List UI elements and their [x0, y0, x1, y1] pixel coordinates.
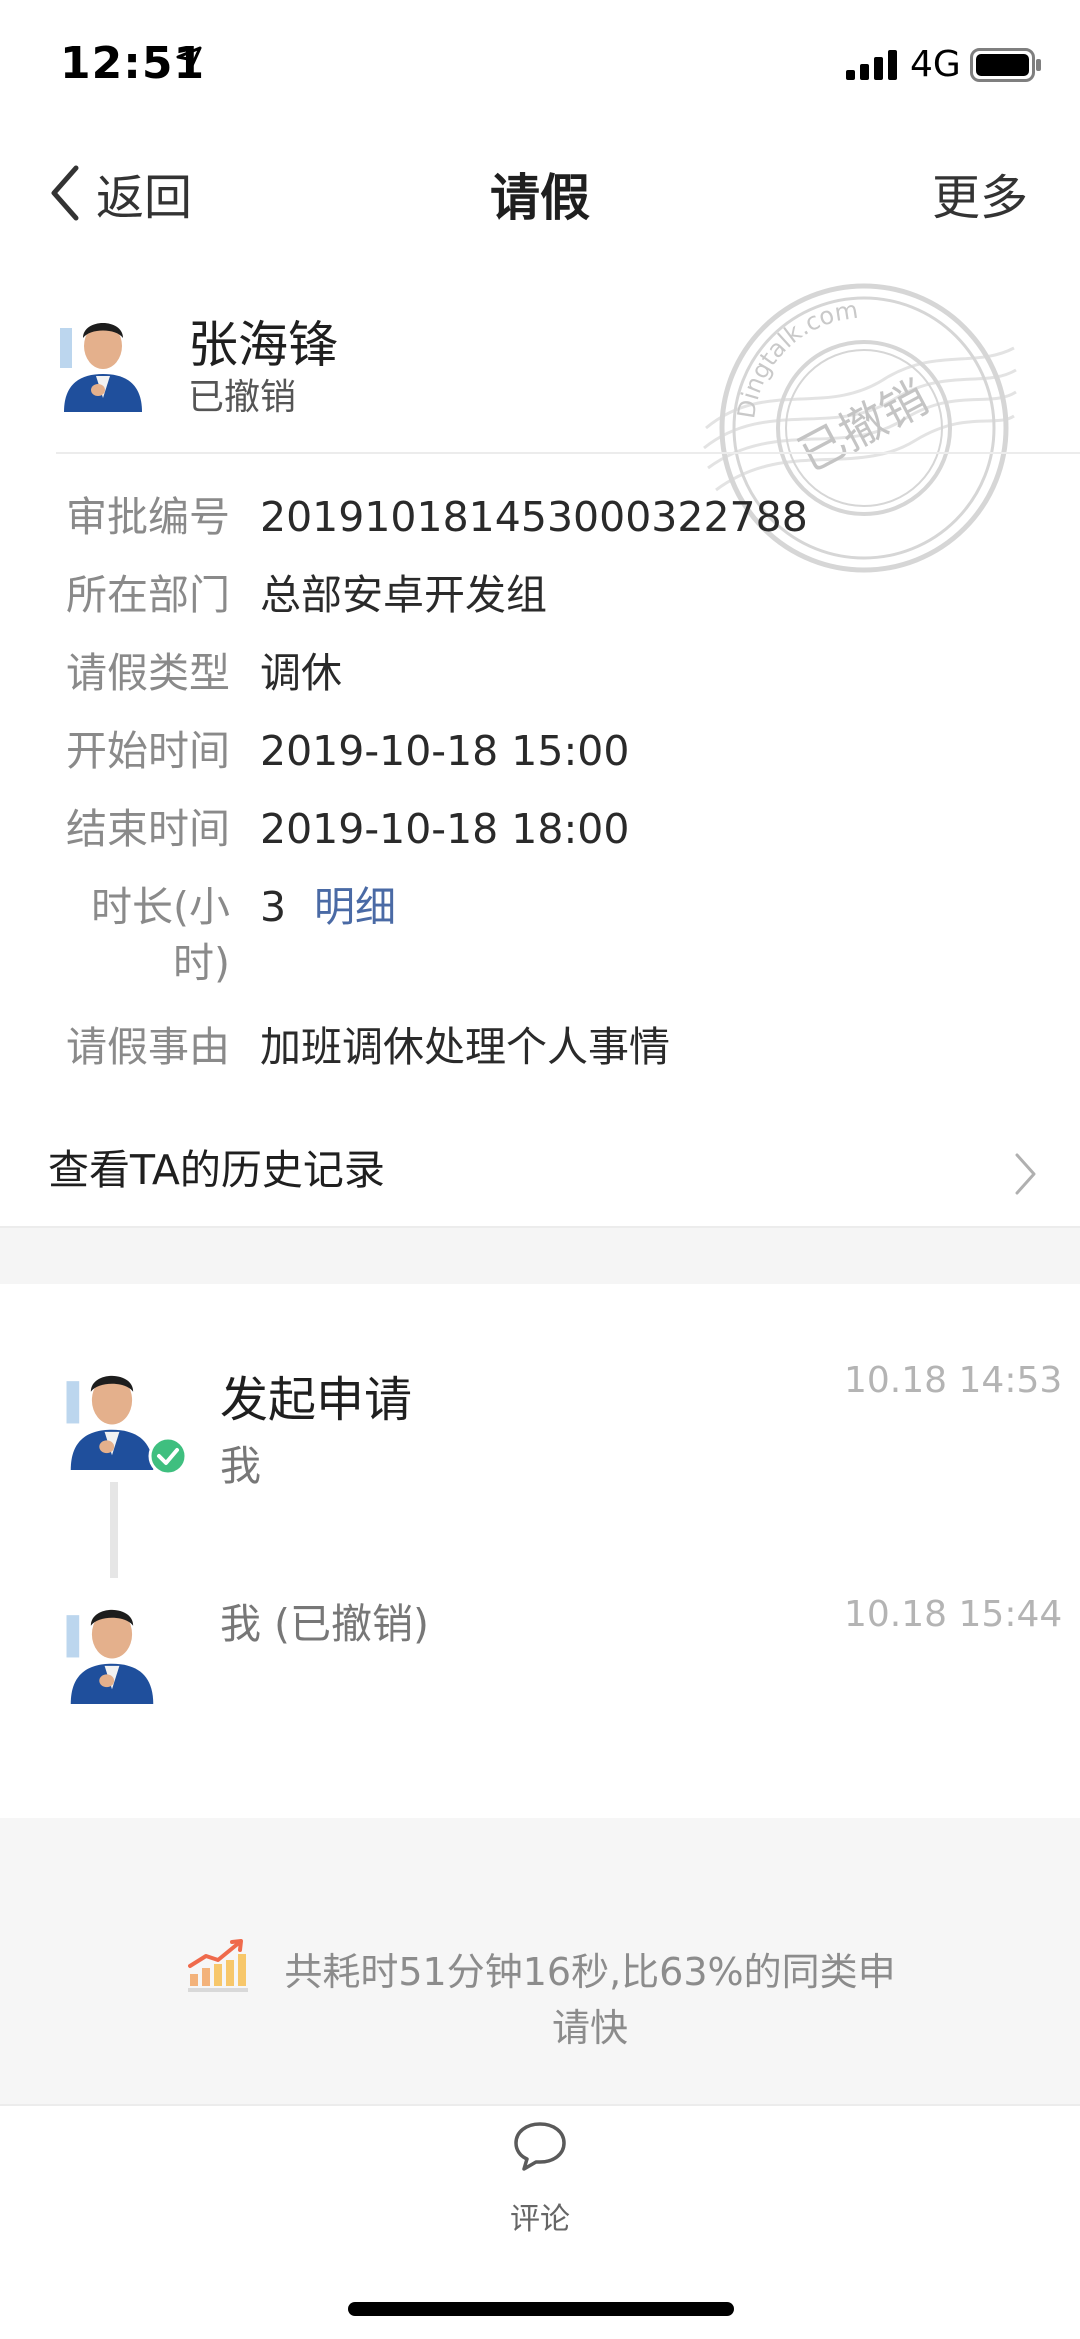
- stamp-label: 已撤销: [789, 370, 936, 482]
- back-button[interactable]: 返回: [48, 158, 192, 228]
- trend-chart-icon: [188, 1939, 248, 1992]
- divider: [0, 2104, 1080, 2106]
- comment-label: 评论: [510, 2202, 570, 2237]
- timeline-step-title: 发起申请: [220, 1372, 413, 1428]
- history-record-label: 查看TA的历史记录: [48, 1146, 385, 1194]
- check-circle-icon: [148, 1436, 188, 1476]
- chevron-right-icon: [1015, 1153, 1036, 1195]
- detail-value-end-time: 2019-10-18 18:00: [260, 805, 630, 853]
- applicant-name: 张海锋: [188, 316, 338, 374]
- section-separator: [0, 1226, 1080, 1284]
- avatar[interactable]: [64, 1594, 160, 1704]
- detail-value-start-time: 2019-10-18 15:00: [260, 727, 630, 775]
- comment-icon: [514, 2122, 566, 2171]
- detail-value-department: 总部安卓开发组: [260, 571, 547, 619]
- detail-label-end-time: 结束时间: [66, 805, 230, 853]
- timeline-step-title: 我 (已撤销): [220, 1600, 430, 1648]
- timeline-step-time: 10.18 14:53: [844, 1360, 1063, 1401]
- comment-button[interactable]: 评论: [490, 2118, 590, 2237]
- detail-label-leave-type: 请假类型: [66, 649, 230, 697]
- detail-label-duration-line1: 时长(小: [91, 883, 230, 931]
- avatar[interactable]: [64, 1360, 160, 1470]
- battery-icon: [970, 48, 1041, 82]
- location-arrow-icon: [176, 46, 202, 72]
- timeline-connector: [110, 1482, 118, 1578]
- chevron-left-icon: [51, 165, 79, 221]
- back-label: 返回: [96, 170, 193, 226]
- detail-label-start-time: 开始时间: [66, 727, 230, 775]
- svg-text:Dingtalk.com: Dingtalk.com: [704, 286, 886, 431]
- duration-detail-link[interactable]: 明细: [314, 880, 396, 934]
- detail-value-leave-type: 调休: [260, 649, 342, 697]
- detail-value-approval-no: 201910181453000322788: [260, 493, 808, 541]
- more-button[interactable]: 更多: [932, 158, 1028, 228]
- detail-label-approval-no: 审批编号: [66, 493, 230, 541]
- detail-label-duration-line2: 时): [173, 939, 230, 987]
- detail-label-department: 所在部门: [66, 571, 230, 619]
- divider: [56, 452, 1080, 454]
- network-type: 4G: [910, 44, 961, 85]
- avatar[interactable]: [58, 308, 148, 412]
- detail-label-reason: 请假事由: [66, 1023, 230, 1071]
- detail-value-duration: 3: [260, 883, 287, 931]
- summary-text: 共耗时51分钟16秒,比63%的同类申请快: [284, 1950, 896, 2050]
- home-indicator: [348, 2302, 734, 2316]
- signal-icon: [846, 50, 897, 80]
- detail-value-reason: 加班调休处理个人事情: [260, 1023, 670, 1071]
- timeline-step-user: 我: [220, 1442, 261, 1490]
- timeline-step-time: 10.18 15:44: [844, 1594, 1063, 1635]
- history-record-row[interactable]: 查看TA的历史记录: [0, 1112, 1080, 1222]
- stamp-domain: Dingtalk.com: [704, 286, 886, 431]
- applicant-status: 已撤销: [188, 377, 297, 418]
